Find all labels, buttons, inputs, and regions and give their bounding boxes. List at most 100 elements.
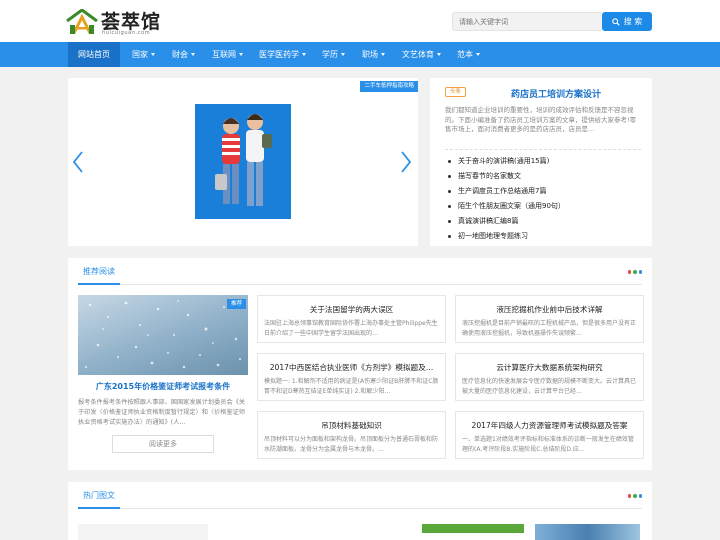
list-item[interactable]: 陌生个性朋友圈文案（通用90句） bbox=[445, 199, 641, 214]
nav-label: 职场 bbox=[362, 50, 378, 59]
list-item-label: 陌生个性朋友圈文案（通用90句） bbox=[458, 202, 565, 210]
slide-tag[interactable]: 二手车抵押指南攻略 bbox=[360, 81, 418, 92]
caret-down-icon bbox=[476, 53, 480, 56]
featured-tag: 推荐 bbox=[226, 299, 246, 309]
article-card[interactable]: 云计算医疗大数据系统架构研究 医疗信息化的快速发展会令医疗数据的规模不断变大。云… bbox=[455, 353, 644, 401]
list-item[interactable]: 生产调度员工作总结通用7篇 bbox=[445, 184, 641, 199]
divider bbox=[445, 149, 641, 150]
list-item-label: 生产调度员工作总结通用7篇 bbox=[458, 187, 547, 195]
list-item-label: 关于奋斗的演讲稿(通用15篇) bbox=[458, 157, 550, 165]
article-desc: 吊顶材料可以分为面板和架构龙骨。吊顶面板分为普通石膏板和防水防潮面板。龙骨分为金… bbox=[264, 436, 439, 453]
more-dots-icon[interactable] bbox=[627, 494, 642, 498]
nav-label: 范本 bbox=[457, 50, 473, 59]
bullet-icon bbox=[448, 220, 451, 223]
prev-arrow-icon[interactable] bbox=[71, 150, 85, 174]
dot-red bbox=[627, 270, 631, 274]
read-more-button[interactable]: 阅读更多 bbox=[112, 435, 214, 453]
bullet-icon bbox=[448, 175, 451, 178]
search-button[interactable]: 搜 索 bbox=[602, 12, 652, 31]
next-arrow-icon[interactable] bbox=[399, 150, 413, 174]
more-dots-icon[interactable] bbox=[627, 270, 642, 274]
nav-label: 网站首页 bbox=[78, 50, 110, 59]
nav-item-arts-sports[interactable]: 文艺体育 bbox=[402, 42, 441, 67]
nav-item-medicine[interactable]: 医学医药学 bbox=[259, 42, 306, 67]
dot-green bbox=[633, 270, 637, 274]
article-card[interactable]: 关于法国留学的两大误区 法国驻上海总领事馆教育国际协作署上海办事处主管Phili… bbox=[257, 295, 446, 343]
article-card[interactable]: 2017中西医结合执业医师《方剂学》模拟题及… 模拟题一: 1.和解剂不适用的病… bbox=[257, 353, 446, 401]
hot-thumb[interactable] bbox=[535, 524, 640, 540]
bullet-icon bbox=[448, 235, 451, 238]
nav-item-education[interactable]: 学历 bbox=[322, 42, 345, 67]
hot-thumb[interactable] bbox=[78, 524, 208, 540]
caret-down-icon bbox=[239, 53, 243, 56]
list-item[interactable]: 初一地图地理专题练习 bbox=[445, 229, 641, 244]
headline-desc: 我们都知道企业培训的重要性，培训的成效评估和反馈是不容忽视的。下面小编准备了药店… bbox=[445, 106, 637, 133]
list-item[interactable]: 真诚演讲稿汇编8篇 bbox=[445, 214, 641, 229]
nav-item-accounting[interactable]: 财会 bbox=[172, 42, 195, 67]
caret-down-icon bbox=[191, 53, 195, 56]
article-desc: 液压挖掘机是目前产销最旺的工程机械产品，但是很多用户没有正确使用液压挖掘机，导致… bbox=[462, 320, 637, 337]
hot-thumb[interactable] bbox=[422, 524, 524, 540]
slide-photo-couple[interactable] bbox=[195, 104, 291, 219]
nav-item-templates[interactable]: 范本 bbox=[457, 42, 480, 67]
list-item[interactable]: 描写春节的名家散文 bbox=[445, 169, 641, 184]
section-header: 推荐阅读 bbox=[78, 258, 642, 285]
featured-snow-image[interactable]: 推荐 bbox=[78, 295, 248, 375]
article-title[interactable]: 吊顶材料基础知识 bbox=[264, 420, 439, 431]
article-desc: 一、单选题1对绩效考评指标和标准体系的诊断一般发生在绩效管理的(A.考评阶段B.… bbox=[462, 436, 634, 453]
article-title[interactable]: 2017年四级人力资源管理师考试模拟题及答案 bbox=[462, 420, 637, 431]
hot-thumb[interactable] bbox=[311, 524, 359, 540]
nav-label: 学历 bbox=[322, 50, 338, 59]
nav-item-career[interactable]: 职场 bbox=[362, 42, 385, 67]
article-title[interactable]: 云计算医疗大数据系统架构研究 bbox=[462, 362, 637, 373]
recommend-section: 推荐阅读 推荐 广东2015年价格鉴证师考试报考条件 报考条件报考条件按照跟人事… bbox=[68, 258, 652, 470]
search-input[interactable] bbox=[452, 12, 602, 31]
couple-illustration bbox=[195, 104, 291, 219]
article-title[interactable]: 关于法国留学的两大误区 bbox=[264, 304, 439, 315]
section-title[interactable]: 热门图文 bbox=[78, 490, 120, 509]
site-header: 荟萃馆 huicuiguan.com 搜 索 bbox=[0, 0, 720, 42]
headline-list: 关于奋斗的演讲稿(通用15篇) 描写春节的名家散文 生产调度员工作总结通用7篇 … bbox=[445, 154, 641, 244]
bullet-icon bbox=[448, 190, 451, 193]
nav-item-internet[interactable]: 互联网 bbox=[212, 42, 243, 67]
nav-label: 互联网 bbox=[212, 50, 236, 59]
main-nav: 网站首页 国家 财会 互联网 医学医药学 学历 职场 文艺体育 范本 bbox=[0, 42, 720, 67]
article-title[interactable]: 2017中西医结合执业医师《方剂学》模拟题及… bbox=[264, 362, 439, 373]
dot-red bbox=[627, 494, 631, 498]
list-item-label: 真诚演讲稿汇编8篇 bbox=[458, 217, 519, 225]
list-item-label: 描写春节的名家散文 bbox=[458, 172, 521, 180]
logo-domain: huicuiguan.com bbox=[102, 30, 151, 36]
article-card[interactable]: 吊顶材料基础知识 吊顶材料可以分为面板和架构龙骨。吊顶面板分为普通石膏板和防水防… bbox=[257, 411, 446, 459]
headline-card: 头条 药店员工培训方案设计 我们都知道企业培训的重要性，培训的成效评估和反馈是不… bbox=[430, 78, 652, 246]
section-header: 热门图文 bbox=[78, 482, 642, 509]
nav-label: 文艺体育 bbox=[402, 50, 434, 59]
nav-label: 国家 bbox=[132, 50, 148, 59]
search-icon bbox=[611, 17, 620, 26]
search-button-label: 搜 索 bbox=[623, 17, 643, 26]
dot-blue bbox=[638, 494, 642, 498]
article-card[interactable]: 2017年四级人力资源管理师考试模拟题及答案 一、单选题1对绩效考评指标和标准体… bbox=[455, 411, 644, 459]
bullet-icon bbox=[448, 160, 451, 163]
image-slider: 二手车抵押指南攻略 bbox=[68, 78, 418, 246]
list-item[interactable]: 关于奋斗的演讲稿(通用15篇) bbox=[445, 154, 641, 169]
dot-green bbox=[633, 494, 637, 498]
nav-item-home[interactable]: 网站首页 bbox=[68, 42, 120, 67]
hot-section: 热门图文 bbox=[68, 482, 652, 540]
caret-down-icon bbox=[381, 53, 385, 56]
article-desc: 医疗信息化的快速发展会令医疗数据的规模不断变大。云计算具已被大量的医疗信息化建设… bbox=[462, 378, 637, 395]
caret-down-icon bbox=[151, 53, 155, 56]
nav-label: 财会 bbox=[172, 50, 188, 59]
article-card[interactable]: 液压挖掘机作业前中后技术详解 液压挖掘机是目前产销最旺的工程机械产品，但是很多用… bbox=[455, 295, 644, 343]
featured-title[interactable]: 广东2015年价格鉴证师考试报考条件 bbox=[78, 381, 248, 392]
logo-house-icon bbox=[66, 9, 98, 34]
section-title[interactable]: 推荐阅读 bbox=[78, 266, 120, 285]
caret-down-icon bbox=[302, 53, 306, 56]
article-desc: 模拟题一: 1.和解剂不适用的病证是(A伤寒少阳证B肝脾不和证C肠胃不和证D寒热… bbox=[264, 378, 439, 395]
list-item-label: 初一地图地理专题练习 bbox=[458, 232, 528, 240]
article-title[interactable]: 液压挖掘机作业前中后技术详解 bbox=[462, 304, 637, 315]
bullet-icon bbox=[448, 205, 451, 208]
site-logo[interactable]: 荟萃馆 huicuiguan.com bbox=[66, 7, 176, 37]
nav-item-country[interactable]: 国家 bbox=[132, 42, 155, 67]
headline-title[interactable]: 药店员工培训方案设计 bbox=[430, 87, 652, 100]
dot-blue bbox=[638, 270, 642, 274]
